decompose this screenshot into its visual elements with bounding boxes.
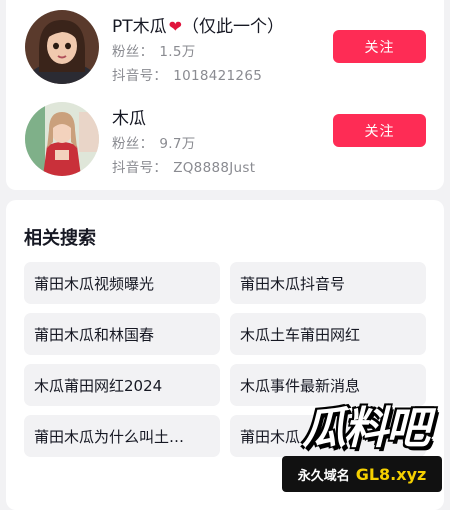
watermark: 瓜料吧 永久域名 GL8.xyz xyxy=(282,398,442,496)
avatar[interactable] xyxy=(25,102,99,176)
user-name-suffix: （仅此一个） xyxy=(182,17,285,37)
fans-count: 粉丝： 9.7万 xyxy=(112,132,196,152)
related-search-chip[interactable]: 莆田木瓜视频曝光 xyxy=(24,262,220,304)
related-search-chip[interactable]: 莆田木瓜为什么叫土… xyxy=(24,415,220,457)
account-id: 抖音号： ZQ8888Just xyxy=(112,156,255,176)
fans-count: 粉丝： 1.5万 xyxy=(112,40,196,60)
user-results-card: PT木瓜 ❤（仅此一个） 粉丝： 1.5万 抖音号： 1018421265 关注 木瓜 xyxy=(6,0,444,190)
fans-value: 1.5万 xyxy=(159,44,196,60)
account-id-label: 抖音号： xyxy=(112,68,168,84)
related-search-title: 相关搜索 xyxy=(24,228,96,249)
user-name-text: PT木瓜 xyxy=(112,17,167,37)
watermark-logo: 瓜料吧 xyxy=(302,403,430,454)
heart-icon: ❤ xyxy=(168,17,183,36)
user-name-text: 木瓜 xyxy=(112,109,146,129)
follow-button[interactable]: 关注 xyxy=(333,114,426,147)
watermark-domain: GL8.xyz xyxy=(355,464,427,484)
account-id: 抖音号： 1018421265 xyxy=(112,64,262,84)
watermark-tagline: 永久域名 xyxy=(297,468,350,484)
related-search-chip[interactable]: 木瓜莆田网红2024 xyxy=(24,364,220,406)
fans-label: 粉丝： xyxy=(112,136,154,152)
user-result-row[interactable]: 木瓜 粉丝： 9.7万 抖音号： ZQ8888Just 关注 xyxy=(6,102,444,182)
user-name[interactable]: PT木瓜 ❤（仅此一个） xyxy=(112,12,284,37)
account-id-label: 抖音号： xyxy=(112,160,168,176)
follow-button[interactable]: 关注 xyxy=(333,30,426,63)
avatar[interactable] xyxy=(25,10,99,84)
related-search-chip[interactable]: 莆田木瓜和林国春 xyxy=(24,313,220,355)
account-id-value: 1018421265 xyxy=(173,68,263,84)
related-search-chip[interactable]: 木瓜土车莆田网红 xyxy=(230,313,426,355)
fans-value: 9.7万 xyxy=(159,136,196,152)
fans-label: 粉丝： xyxy=(112,44,154,60)
user-name[interactable]: 木瓜 xyxy=(112,104,146,129)
account-id-value: ZQ8888Just xyxy=(173,160,256,176)
watermark-banner: 永久域名 GL8.xyz xyxy=(282,456,442,492)
related-search-chip[interactable]: 莆田木瓜抖音号 xyxy=(230,262,426,304)
user-result-row[interactable]: PT木瓜 ❤（仅此一个） 粉丝： 1.5万 抖音号： 1018421265 关注 xyxy=(6,10,444,90)
